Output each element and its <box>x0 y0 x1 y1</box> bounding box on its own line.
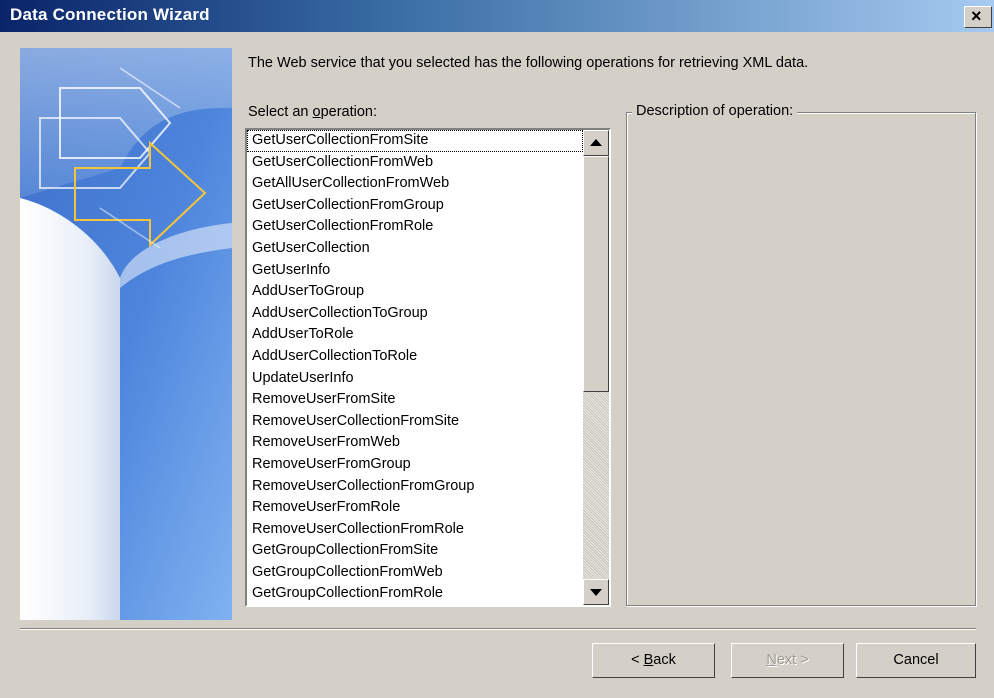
back-button-text: < <box>631 652 644 668</box>
window-title: Data Connection Wizard <box>10 5 210 24</box>
close-button[interactable]: × <box>964 6 992 28</box>
label-text-part: peration: <box>320 104 378 120</box>
title-bar: Data Connection Wizard × <box>0 0 994 32</box>
list-item[interactable]: GetUserCollectionFromWeb <box>247 152 583 174</box>
scroll-down-button[interactable] <box>583 579 609 605</box>
list-item[interactable]: GetGroupCollectionFromRole <box>247 583 583 605</box>
select-operation-label: Select an operation: <box>248 104 377 120</box>
operation-listbox[interactable]: GetUserCollectionFromSite GetUserCollecti… <box>245 128 611 607</box>
cancel-button[interactable]: Cancel <box>856 643 976 678</box>
list-item[interactable]: RemoveUserCollectionFromGroup <box>247 476 583 498</box>
list-item[interactable]: RemoveUserFromRole <box>247 497 583 519</box>
label-text-part: Select an <box>248 104 313 120</box>
scroll-down-arrow-icon <box>590 589 602 596</box>
operation-list-viewport: GetUserCollectionFromSite GetUserCollecti… <box>247 130 584 605</box>
wizard-arrow-graphic <box>20 48 232 620</box>
description-label: Description of operation: <box>632 103 798 119</box>
list-item[interactable]: GetGroupCollectionFromSite <box>247 540 583 562</box>
list-item[interactable]: RemoveUserFromWeb <box>247 432 583 454</box>
operation-list: GetUserCollectionFromSite GetUserCollecti… <box>247 130 583 605</box>
list-item[interactable]: AddUserToGroup <box>247 281 583 303</box>
list-item[interactable]: GetAllUserCollectionFromWeb <box>247 173 583 195</box>
wizard-side-graphic <box>20 48 232 620</box>
list-item[interactable]: UpdateUserInfo <box>247 368 583 390</box>
next-button[interactable]: Next > <box>731 643 844 678</box>
list-item[interactable]: GetUserCollectionFromGroup <box>247 195 583 217</box>
list-item[interactable]: GetUserCollectionFromRole <box>247 216 583 238</box>
list-item[interactable]: GetUserInfo <box>247 260 583 282</box>
list-item[interactable]: RemoveUserCollectionFromRole <box>247 519 583 541</box>
footer-separator <box>20 628 976 630</box>
list-item[interactable]: RemoveUserCollectionFromSite <box>247 411 583 433</box>
list-item[interactable]: GetGroupCollectionFromWeb <box>247 562 583 584</box>
list-item[interactable]: AddUserToRole <box>247 324 583 346</box>
list-item[interactable]: RemoveUserFromGroup <box>247 454 583 476</box>
label-mnemonic: o <box>312 104 321 120</box>
list-item[interactable]: GetUserCollectionFromSite <box>247 130 583 152</box>
next-button-mnemonic: N <box>766 652 777 668</box>
description-group-box <box>626 112 976 606</box>
scroll-up-arrow-icon <box>590 139 602 146</box>
back-button[interactable]: < Back <box>592 643 715 678</box>
intro-text: The Web service that you selected has th… <box>248 55 809 71</box>
back-button-text: ack <box>653 652 676 668</box>
list-item[interactable]: AddUserCollectionToRole <box>247 346 583 368</box>
back-button-mnemonic: B <box>643 652 654 668</box>
list-item[interactable]: RemoveUserFromSite <box>247 389 583 411</box>
scroll-thumb[interactable] <box>583 156 609 392</box>
vertical-scrollbar[interactable] <box>583 130 609 605</box>
list-item[interactable]: AddUserCollectionToGroup <box>247 303 583 325</box>
list-item[interactable]: GetUserCollection <box>247 238 583 260</box>
next-button-text: ext > <box>776 652 809 668</box>
scroll-up-button[interactable] <box>583 130 609 156</box>
close-icon: × <box>971 6 982 26</box>
data-connection-wizard-dialog: Data Connection Wizard × The Web service… <box>0 0 994 698</box>
